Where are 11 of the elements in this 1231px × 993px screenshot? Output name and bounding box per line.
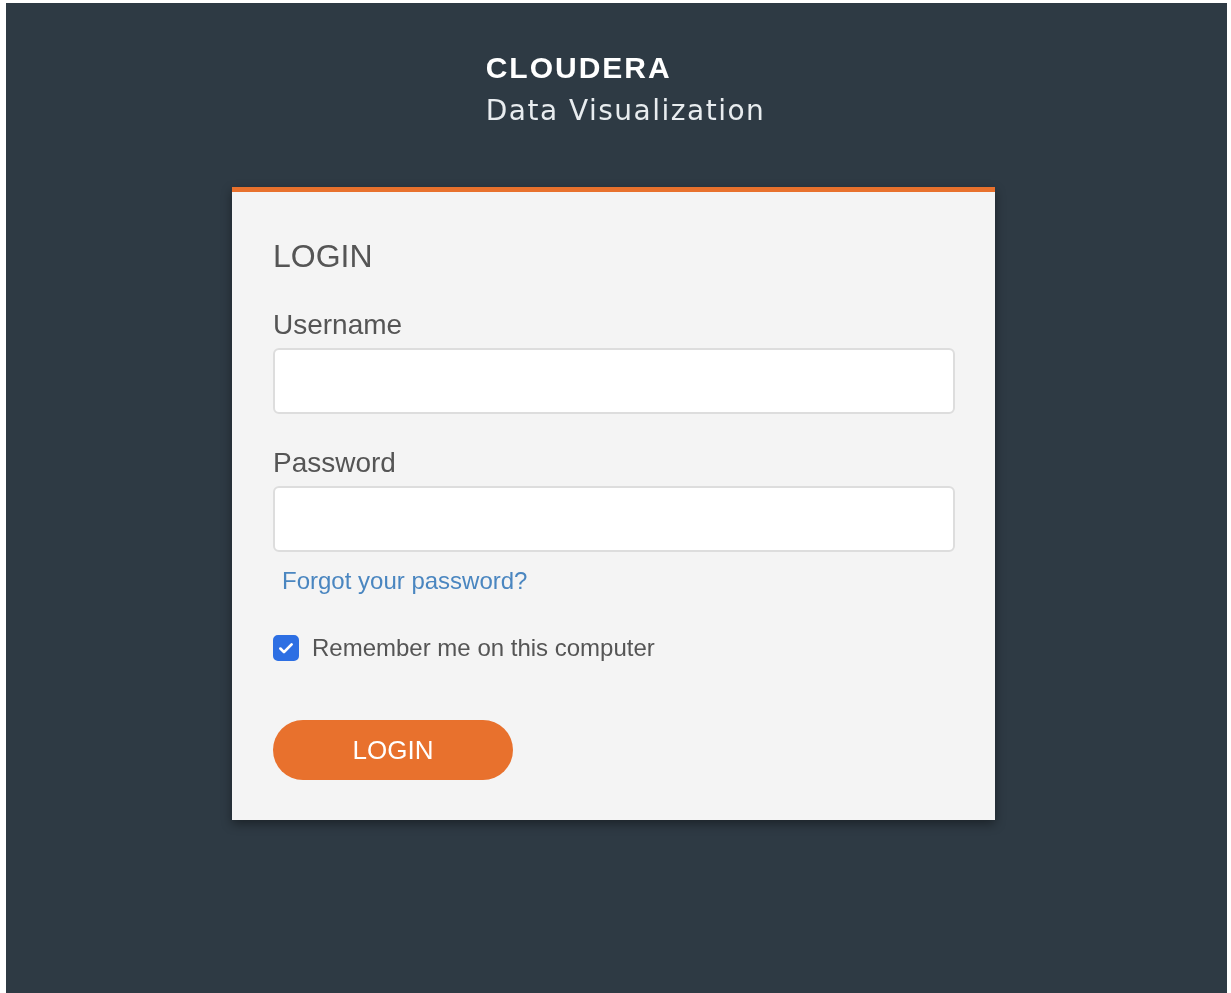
forgot-password-link[interactable]: Forgot your password? — [282, 566, 528, 596]
input-field[interactable] — [273, 348, 955, 414]
field-label: Username — [273, 308, 403, 342]
checkbox-label: Remember me on this computer — [312, 634, 655, 662]
product-name: Data Visualization — [485, 93, 766, 129]
field-label: Password — [273, 446, 396, 480]
brand-logo: CLOUDERA — [485, 51, 672, 85]
login-button[interactable]: LOGIN — [273, 720, 513, 780]
form-title: LOGIN — [273, 237, 373, 276]
input-field[interactable] — [273, 486, 955, 552]
checkbox[interactable] — [273, 635, 299, 661]
